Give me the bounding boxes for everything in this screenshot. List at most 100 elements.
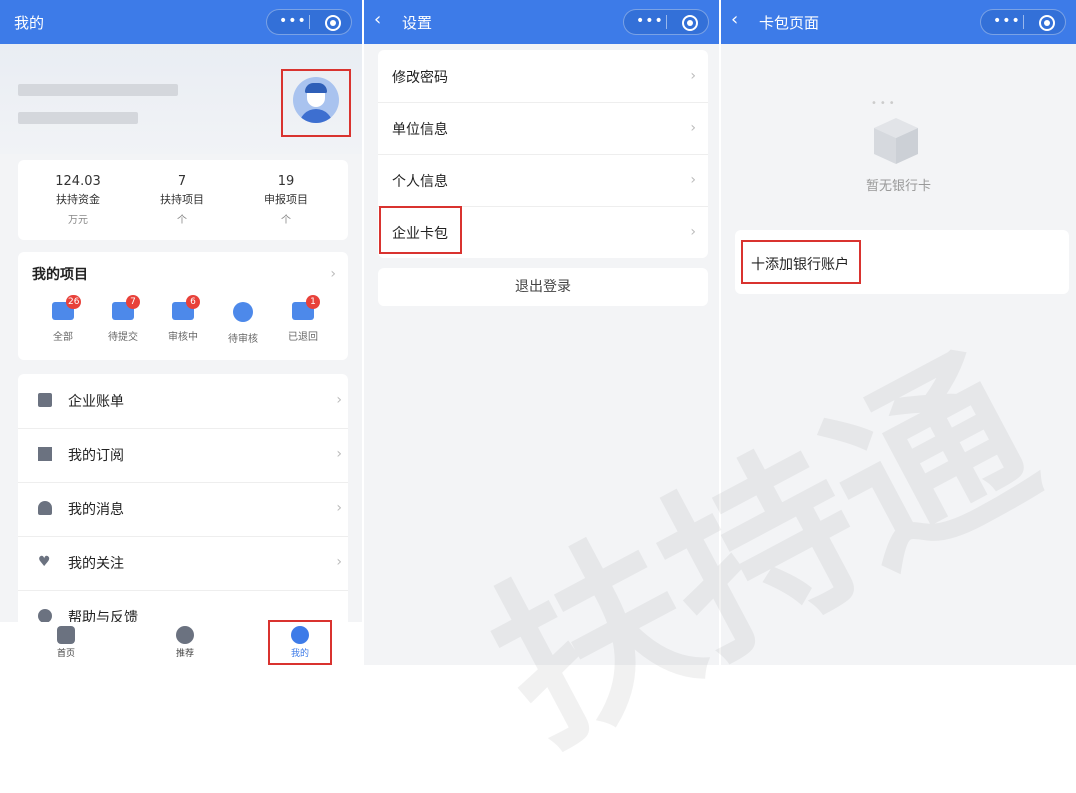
count-badge: 7 [126, 295, 140, 309]
tab-label: 推荐 [175, 649, 194, 659]
menu-label: 我的订阅 [68, 448, 124, 464]
page-title: 设置 [402, 14, 433, 32]
menu-card: 企业账单 › 我的订阅 › 我的消息 › ♥ 我的关注 › 帮助与反馈 [18, 374, 348, 634]
add-bank-account-highlight [741, 240, 861, 284]
more-icon[interactable]: ••• [993, 13, 1021, 29]
mine-screen: 我的 ••• 124.03 扶持资金 万元 7 扶持项目 个 19 申报项目 个 [0, 0, 362, 665]
stat-label: 扶持项目 [160, 193, 204, 206]
close-miniprogram-icon[interactable] [682, 15, 698, 31]
bill-icon [38, 393, 52, 407]
project-filter-reviewing[interactable]: 6 审核中 [158, 295, 208, 343]
nav-bar: ‹ 卡包页面 ••• [721, 0, 1076, 44]
stat-label: 扶持资金 [56, 193, 100, 206]
chat-icon: 26 [52, 295, 82, 320]
page-title: 我的 [14, 14, 45, 32]
stat-unit: 个 [281, 215, 291, 226]
tab-mine-highlight [268, 620, 332, 665]
bell-icon [38, 501, 52, 515]
logout-button[interactable]: 退出登录 [378, 268, 708, 306]
stat-projects[interactable]: 7 扶持项目 个 [132, 174, 232, 226]
blurred-username [18, 84, 178, 96]
chevron-right-icon: › [336, 500, 342, 516]
count-badge: 26 [66, 295, 82, 309]
menu-label: 我的关注 [68, 556, 124, 572]
chevron-right-icon: › [690, 68, 696, 84]
miniprogram-capsule[interactable]: ••• [266, 9, 352, 35]
stat-label: 申报项目 [264, 193, 308, 206]
stat-value: 19 [277, 174, 295, 189]
settings-screen: ‹ 设置 ••• 修改密码 › 单位信息 › 个人信息 › 企业卡包 › 退出登… [364, 0, 719, 665]
settings-item-password[interactable]: 修改密码 › [378, 50, 708, 103]
empty-dots-icon: ••• [871, 98, 898, 109]
chevron-right-icon: › [336, 446, 342, 462]
more-icon[interactable]: ••• [279, 13, 307, 29]
chevron-right-icon: › [690, 224, 696, 240]
recommend-icon [176, 626, 194, 644]
filter-label: 审核中 [168, 332, 198, 343]
my-projects-card: 我的项目 › 26 全部 7 待提交 6 审核中 待审核 1 已退回 [18, 252, 348, 360]
back-icon[interactable]: ‹ [374, 10, 381, 30]
help-icon [38, 609, 52, 623]
menu-item-follow[interactable]: ♥ 我的关注 › [18, 536, 348, 591]
settings-item-personal-info[interactable]: 个人信息 › [378, 154, 708, 207]
back-icon[interactable]: ‹ [731, 10, 738, 30]
tab-home[interactable]: 首页 [36, 624, 96, 659]
bookmark-icon [38, 447, 52, 461]
menu-item-subscription[interactable]: 我的订阅 › [18, 428, 348, 483]
empty-box-icon [874, 118, 918, 164]
menu-label: 企业账单 [68, 394, 124, 410]
project-filter-awaiting-review[interactable]: 待审核 [218, 302, 268, 345]
stat-unit: 个 [177, 215, 187, 226]
home-icon [57, 626, 75, 644]
settings-label: 修改密码 [392, 70, 448, 86]
chevron-right-icon: › [336, 392, 342, 408]
menu-item-messages[interactable]: 我的消息 › [18, 482, 348, 537]
more-icon[interactable]: ••• [636, 13, 664, 29]
nav-bar: ‹ 设置 ••• [364, 0, 719, 44]
heart-icon: ♥ [38, 554, 51, 570]
avatar[interactable] [293, 77, 339, 123]
section-title: 我的项目 [32, 267, 88, 283]
stat-unit: 万元 [68, 215, 88, 226]
close-miniprogram-icon[interactable] [325, 15, 341, 31]
menu-item-bill[interactable]: 企业账单 › [18, 374, 348, 429]
stat-value: 7 [177, 174, 187, 189]
blurred-company [18, 112, 138, 124]
filter-label: 待提交 [108, 332, 138, 343]
upload-icon: 7 [112, 295, 140, 320]
project-filter-pending-submit[interactable]: 7 待提交 [98, 295, 148, 343]
chevron-right-icon: › [690, 120, 696, 136]
chevron-right-icon: › [690, 172, 696, 188]
filter-label: 已退回 [288, 332, 318, 343]
stat-value: 124.03 [55, 174, 101, 189]
tab-label: 首页 [56, 649, 75, 659]
miniprogram-capsule[interactable]: ••• [623, 9, 709, 35]
project-filter-all[interactable]: 26 全部 [38, 295, 88, 343]
filter-label: 待审核 [228, 334, 258, 345]
card-wallet-highlight [379, 206, 462, 254]
count-badge: 1 [306, 295, 320, 309]
menu-label: 我的消息 [68, 502, 124, 518]
nav-bar: 我的 ••• [0, 0, 362, 44]
tab-recommend[interactable]: 推荐 [155, 624, 215, 659]
page-title: 卡包页面 [759, 14, 820, 32]
chevron-right-icon: › [336, 554, 342, 570]
clock-icon [233, 302, 253, 322]
avatar-highlight[interactable] [281, 69, 351, 137]
stat-funding[interactable]: 124.03 扶持资金 万元 [28, 174, 128, 226]
chevron-right-icon[interactable]: › [330, 266, 336, 282]
settings-item-company-info[interactable]: 单位信息 › [378, 102, 708, 155]
review-icon: 6 [172, 295, 200, 320]
settings-label: 个人信息 [392, 174, 448, 190]
filter-label: 全部 [53, 332, 73, 343]
return-icon: 1 [292, 295, 320, 320]
settings-label: 单位信息 [392, 122, 448, 138]
empty-state-text: 暂无银行卡 [865, 179, 931, 194]
count-badge: 6 [186, 295, 200, 309]
project-filter-returned[interactable]: 1 已退回 [278, 295, 328, 343]
card-wallet-screen: ‹ 卡包页面 ••• ••• 暂无银行卡 十添加银行账户 [721, 0, 1076, 665]
stats-card: 124.03 扶持资金 万元 7 扶持项目 个 19 申报项目 个 [18, 160, 348, 240]
close-miniprogram-icon[interactable] [1039, 15, 1055, 31]
miniprogram-capsule[interactable]: ••• [980, 9, 1066, 35]
stat-applications[interactable]: 19 申报项目 个 [236, 174, 336, 226]
